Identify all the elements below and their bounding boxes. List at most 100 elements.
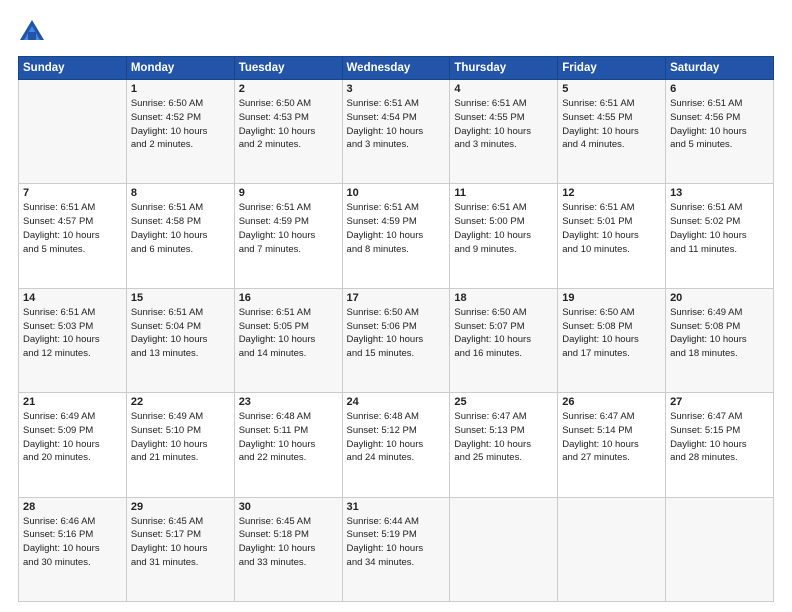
- calendar-cell: 21 Sunrise: 6:49 AM Sunset: 5:09 PM Dayli…: [19, 393, 127, 497]
- day-number: 19: [562, 292, 661, 304]
- day-number: 29: [131, 501, 230, 513]
- day-number: 14: [23, 292, 122, 304]
- day-number: 31: [347, 501, 446, 513]
- calendar-cell: [558, 497, 666, 601]
- day-info: Sunrise: 6:47 AM Sunset: 5:13 PM Dayligh…: [454, 410, 553, 465]
- calendar-week-row: 21 Sunrise: 6:49 AM Sunset: 5:09 PM Dayli…: [19, 393, 774, 497]
- day-info: Sunrise: 6:51 AM Sunset: 5:03 PM Dayligh…: [23, 306, 122, 361]
- day-number: 8: [131, 187, 230, 199]
- day-number: 13: [670, 187, 769, 199]
- day-info: Sunrise: 6:50 AM Sunset: 4:52 PM Dayligh…: [131, 97, 230, 152]
- calendar-week-row: 1 Sunrise: 6:50 AM Sunset: 4:52 PM Daylig…: [19, 80, 774, 184]
- day-number: 16: [239, 292, 338, 304]
- day-info: Sunrise: 6:50 AM Sunset: 5:07 PM Dayligh…: [454, 306, 553, 361]
- day-info: Sunrise: 6:51 AM Sunset: 4:57 PM Dayligh…: [23, 201, 122, 256]
- day-number: 15: [131, 292, 230, 304]
- day-info: Sunrise: 6:45 AM Sunset: 5:17 PM Dayligh…: [131, 515, 230, 570]
- day-info: Sunrise: 6:45 AM Sunset: 5:18 PM Dayligh…: [239, 515, 338, 570]
- day-header-tuesday: Tuesday: [234, 57, 342, 80]
- day-number: 9: [239, 187, 338, 199]
- calendar-cell: 1 Sunrise: 6:50 AM Sunset: 4:52 PM Daylig…: [126, 80, 234, 184]
- calendar-table: SundayMondayTuesdayWednesdayThursdayFrid…: [18, 56, 774, 602]
- day-header-thursday: Thursday: [450, 57, 558, 80]
- calendar-week-row: 7Sunrise: 6:51 AM Sunset: 4:57 PM Daylig…: [19, 184, 774, 288]
- page: SundayMondayTuesdayWednesdayThursdayFrid…: [0, 0, 792, 612]
- day-number: 23: [239, 396, 338, 408]
- calendar-cell: [666, 497, 774, 601]
- day-number: 22: [131, 396, 230, 408]
- calendar-cell: 5 Sunrise: 6:51 AM Sunset: 4:55 PM Daylig…: [558, 80, 666, 184]
- day-header-monday: Monday: [126, 57, 234, 80]
- day-info: Sunrise: 6:50 AM Sunset: 5:06 PM Dayligh…: [347, 306, 446, 361]
- calendar-cell: 31 Sunrise: 6:44 AM Sunset: 5:19 PM Dayli…: [342, 497, 450, 601]
- calendar-cell: 7Sunrise: 6:51 AM Sunset: 4:57 PM Daylig…: [19, 184, 127, 288]
- logo-icon: [18, 18, 46, 46]
- logo: [18, 18, 50, 46]
- calendar-cell: 15 Sunrise: 6:51 AM Sunset: 5:04 PM Dayli…: [126, 288, 234, 392]
- day-info: Sunrise: 6:49 AM Sunset: 5:09 PM Dayligh…: [23, 410, 122, 465]
- calendar-header-row: SundayMondayTuesdayWednesdayThursdayFrid…: [19, 57, 774, 80]
- calendar-cell: 23 Sunrise: 6:48 AM Sunset: 5:11 PM Dayli…: [234, 393, 342, 497]
- day-info: Sunrise: 6:47 AM Sunset: 5:14 PM Dayligh…: [562, 410, 661, 465]
- day-info: Sunrise: 6:44 AM Sunset: 5:19 PM Dayligh…: [347, 515, 446, 570]
- day-number: 24: [347, 396, 446, 408]
- calendar-week-row: 28 Sunrise: 6:46 AM Sunset: 5:16 PM Dayli…: [19, 497, 774, 601]
- day-header-friday: Friday: [558, 57, 666, 80]
- day-info: Sunrise: 6:50 AM Sunset: 4:53 PM Dayligh…: [239, 97, 338, 152]
- day-info: Sunrise: 6:51 AM Sunset: 4:58 PM Dayligh…: [131, 201, 230, 256]
- calendar-cell: 13 Sunrise: 6:51 AM Sunset: 5:02 PM Dayli…: [666, 184, 774, 288]
- day-info: Sunrise: 6:51 AM Sunset: 4:54 PM Dayligh…: [347, 97, 446, 152]
- day-number: 21: [23, 396, 122, 408]
- calendar-cell: 4Sunrise: 6:51 AM Sunset: 4:55 PM Daylig…: [450, 80, 558, 184]
- day-info: Sunrise: 6:51 AM Sunset: 5:04 PM Dayligh…: [131, 306, 230, 361]
- day-info: Sunrise: 6:46 AM Sunset: 5:16 PM Dayligh…: [23, 515, 122, 570]
- day-number: 6: [670, 83, 769, 95]
- calendar-cell: 9 Sunrise: 6:51 AM Sunset: 4:59 PM Daylig…: [234, 184, 342, 288]
- calendar-cell: 29 Sunrise: 6:45 AM Sunset: 5:17 PM Dayli…: [126, 497, 234, 601]
- calendar-cell: 30 Sunrise: 6:45 AM Sunset: 5:18 PM Dayli…: [234, 497, 342, 601]
- calendar-cell: 22 Sunrise: 6:49 AM Sunset: 5:10 PM Dayli…: [126, 393, 234, 497]
- day-info: Sunrise: 6:48 AM Sunset: 5:11 PM Dayligh…: [239, 410, 338, 465]
- calendar-cell: 27Sunrise: 6:47 AM Sunset: 5:15 PM Dayli…: [666, 393, 774, 497]
- calendar-cell: 8 Sunrise: 6:51 AM Sunset: 4:58 PM Daylig…: [126, 184, 234, 288]
- day-number: 1: [131, 83, 230, 95]
- day-info: Sunrise: 6:51 AM Sunset: 4:59 PM Dayligh…: [239, 201, 338, 256]
- calendar-cell: 18Sunrise: 6:50 AM Sunset: 5:07 PM Dayli…: [450, 288, 558, 392]
- day-number: 3: [347, 83, 446, 95]
- calendar-cell: 17Sunrise: 6:50 AM Sunset: 5:06 PM Dayli…: [342, 288, 450, 392]
- day-number: 25: [454, 396, 553, 408]
- day-info: Sunrise: 6:51 AM Sunset: 4:59 PM Dayligh…: [347, 201, 446, 256]
- day-header-sunday: Sunday: [19, 57, 127, 80]
- calendar-cell: 14 Sunrise: 6:51 AM Sunset: 5:03 PM Dayli…: [19, 288, 127, 392]
- day-number: 28: [23, 501, 122, 513]
- day-info: Sunrise: 6:49 AM Sunset: 5:10 PM Dayligh…: [131, 410, 230, 465]
- day-info: Sunrise: 6:51 AM Sunset: 5:02 PM Dayligh…: [670, 201, 769, 256]
- day-info: Sunrise: 6:51 AM Sunset: 5:00 PM Dayligh…: [454, 201, 553, 256]
- day-info: Sunrise: 6:51 AM Sunset: 5:05 PM Dayligh…: [239, 306, 338, 361]
- calendar-cell: [19, 80, 127, 184]
- calendar-cell: 19Sunrise: 6:50 AM Sunset: 5:08 PM Dayli…: [558, 288, 666, 392]
- calendar-cell: 16 Sunrise: 6:51 AM Sunset: 5:05 PM Dayli…: [234, 288, 342, 392]
- day-number: 2: [239, 83, 338, 95]
- calendar-cell: 3 Sunrise: 6:51 AM Sunset: 4:54 PM Daylig…: [342, 80, 450, 184]
- calendar-cell: 24 Sunrise: 6:48 AM Sunset: 5:12 PM Dayli…: [342, 393, 450, 497]
- day-header-wednesday: Wednesday: [342, 57, 450, 80]
- calendar-cell: 26 Sunrise: 6:47 AM Sunset: 5:14 PM Dayli…: [558, 393, 666, 497]
- day-info: Sunrise: 6:51 AM Sunset: 4:56 PM Dayligh…: [670, 97, 769, 152]
- day-header-saturday: Saturday: [666, 57, 774, 80]
- calendar-cell: 6 Sunrise: 6:51 AM Sunset: 4:56 PM Daylig…: [666, 80, 774, 184]
- day-number: 11: [454, 187, 553, 199]
- day-info: Sunrise: 6:49 AM Sunset: 5:08 PM Dayligh…: [670, 306, 769, 361]
- calendar-cell: 11 Sunrise: 6:51 AM Sunset: 5:00 PM Dayli…: [450, 184, 558, 288]
- day-number: 26: [562, 396, 661, 408]
- day-info: Sunrise: 6:51 AM Sunset: 4:55 PM Dayligh…: [562, 97, 661, 152]
- day-number: 5: [562, 83, 661, 95]
- calendar-cell: 10Sunrise: 6:51 AM Sunset: 4:59 PM Dayli…: [342, 184, 450, 288]
- calendar-cell: 20Sunrise: 6:49 AM Sunset: 5:08 PM Dayli…: [666, 288, 774, 392]
- day-info: Sunrise: 6:51 AM Sunset: 5:01 PM Dayligh…: [562, 201, 661, 256]
- day-info: Sunrise: 6:48 AM Sunset: 5:12 PM Dayligh…: [347, 410, 446, 465]
- header: [18, 18, 774, 46]
- day-info: Sunrise: 6:47 AM Sunset: 5:15 PM Dayligh…: [670, 410, 769, 465]
- calendar-cell: 28 Sunrise: 6:46 AM Sunset: 5:16 PM Dayli…: [19, 497, 127, 601]
- day-number: 30: [239, 501, 338, 513]
